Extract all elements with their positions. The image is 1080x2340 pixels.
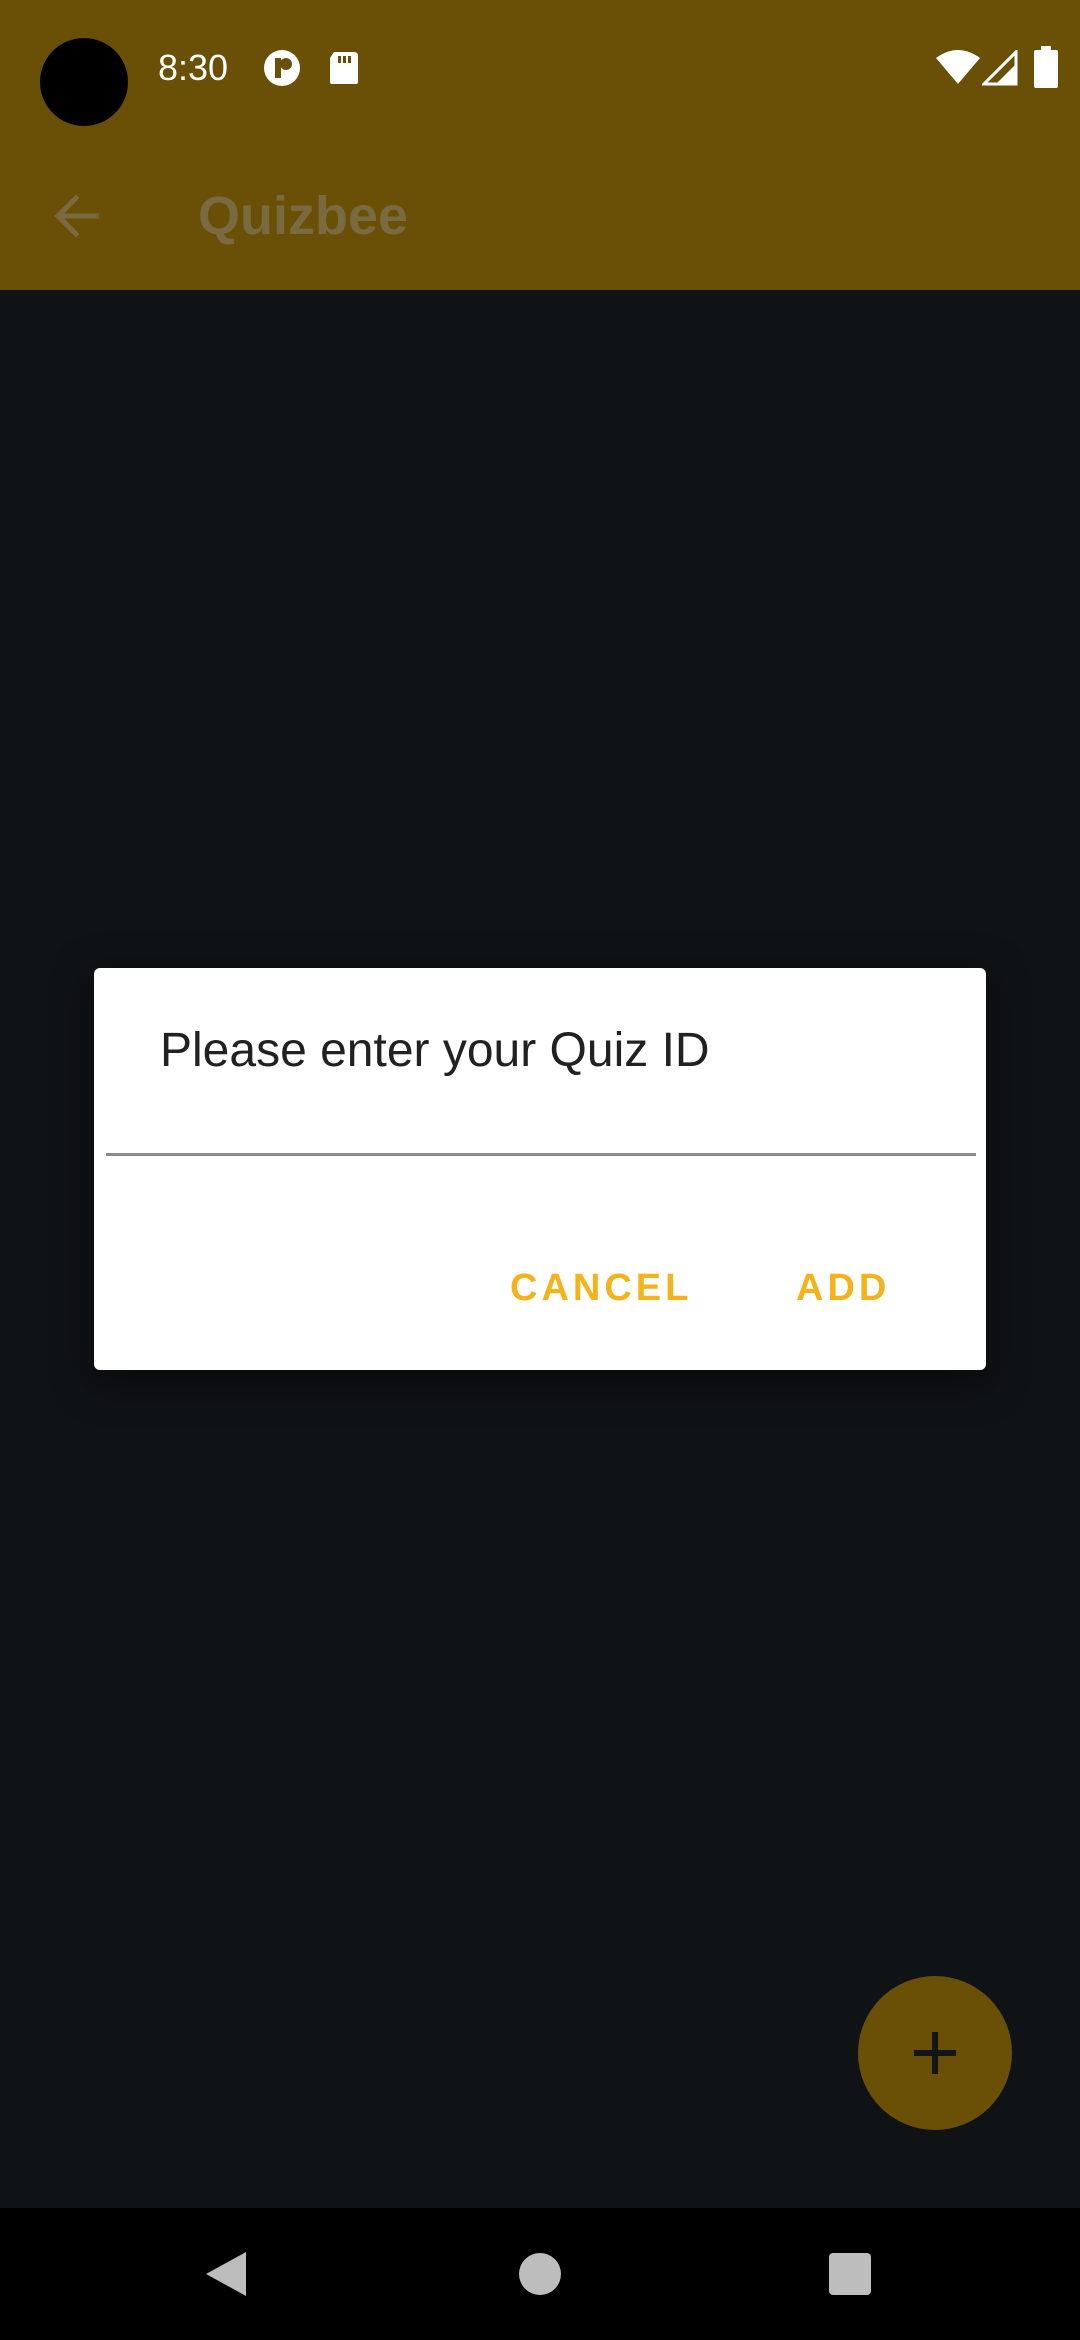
app-bar: Quizbee — [0, 140, 1080, 290]
nav-back-button[interactable] — [196, 2244, 256, 2304]
quiz-id-input[interactable] — [106, 1088, 976, 1156]
arrow-back-icon — [54, 194, 99, 238]
battery-icon — [1034, 46, 1058, 88]
nav-back-icon — [206, 2252, 246, 2296]
nav-home-button[interactable] — [510, 2244, 570, 2304]
back-button[interactable] — [40, 180, 112, 252]
add-button[interactable]: ADD — [784, 1258, 902, 1318]
status-bar: 8:30 — [0, 0, 1080, 140]
app-title: Quizbee — [198, 186, 409, 246]
nav-recents-button[interactable] — [820, 2244, 880, 2304]
navigation-bar — [0, 2208, 1080, 2340]
sd-card-icon — [330, 52, 358, 84]
notification-icon — [264, 50, 300, 86]
wifi-icon — [936, 50, 980, 84]
plus-icon — [914, 2032, 956, 2074]
quiz-id-dialog: Please enter your Quiz ID CANCEL ADD — [94, 968, 986, 1370]
nav-home-icon — [519, 2253, 561, 2295]
cell-signal-icon — [982, 50, 1018, 86]
screen: 8:30 Quizbee Please enter your Quiz ID C… — [0, 0, 1080, 2340]
dialog-title: Please enter your Quiz ID — [160, 1024, 710, 1077]
cancel-button[interactable]: CANCEL — [498, 1258, 704, 1318]
nav-recents-icon — [829, 2253, 871, 2295]
status-clock: 8:30 — [158, 47, 229, 88]
add-quiz-fab[interactable] — [858, 1976, 1012, 2130]
camera-cutout — [40, 38, 128, 126]
